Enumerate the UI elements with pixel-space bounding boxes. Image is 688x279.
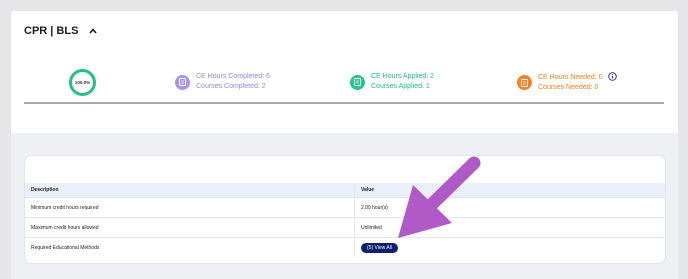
courses-completed: Courses Completed: 2 [196,83,266,90]
view-all-methods-button[interactable]: (5) View All [361,242,398,253]
document-icon [517,75,532,90]
requirements-table: Description Value Minimum credit hours r… [25,183,665,257]
row-description: Maximum credit hours allowed [25,217,355,238]
ce-hours-applied: CE Hours Applied: 2 [371,73,435,80]
details-panel: Description Value Minimum credit hours r… [11,133,678,279]
row-value: 2.00 hour(s) [354,197,665,218]
table-row: Minimum credit hours required 2.00 hour(… [25,197,665,218]
requirements-table-card: Description Value Minimum credit hours r… [24,155,666,264]
row-value: (5) View All [354,237,665,257]
section-header[interactable]: CPR | BLS [24,25,98,37]
document-icon [175,74,190,90]
courses-needed: Courses Needed: 0 [538,84,599,91]
row-description: Required Educational Methods [25,237,355,257]
info-icon[interactable] [607,72,617,81]
column-header-description: Description [25,183,355,198]
requirement-card: CPR | BLS 100.0% CE Hours Completed: 6 C… [11,11,678,279]
table-header-row: Description Value [25,183,665,198]
courses-applied: Courses Applied: 1 [371,83,430,90]
progress-divider [24,102,664,104]
stat-completed: CE Hours Completed: 6 Courses Completed:… [175,72,270,92]
progress-ring: 100.0% [69,69,96,96]
section-title: CPR | BLS [24,25,79,37]
chevron-up-icon[interactable] [88,26,98,36]
table-row: Required Educational Methods (5) View Al… [25,237,665,257]
ce-hours-needed: CE Hours Needed: 0 [538,72,617,83]
row-value: Unlimited [354,217,665,238]
document-icon [350,74,365,90]
stat-applied: CE Hours Applied: 2 Courses Applied: 1 [350,72,434,92]
table-row: Maximum credit hours allowed Unlimited [25,217,665,238]
progress-percent: 100.0% [74,80,91,85]
row-description: Minimum credit hours required [25,197,355,218]
ce-hours-completed: CE Hours Completed: 6 [196,73,270,80]
column-header-value: Value [354,183,665,198]
stat-needed: CE Hours Needed: 0 Courses Needed: 0 [517,72,617,93]
